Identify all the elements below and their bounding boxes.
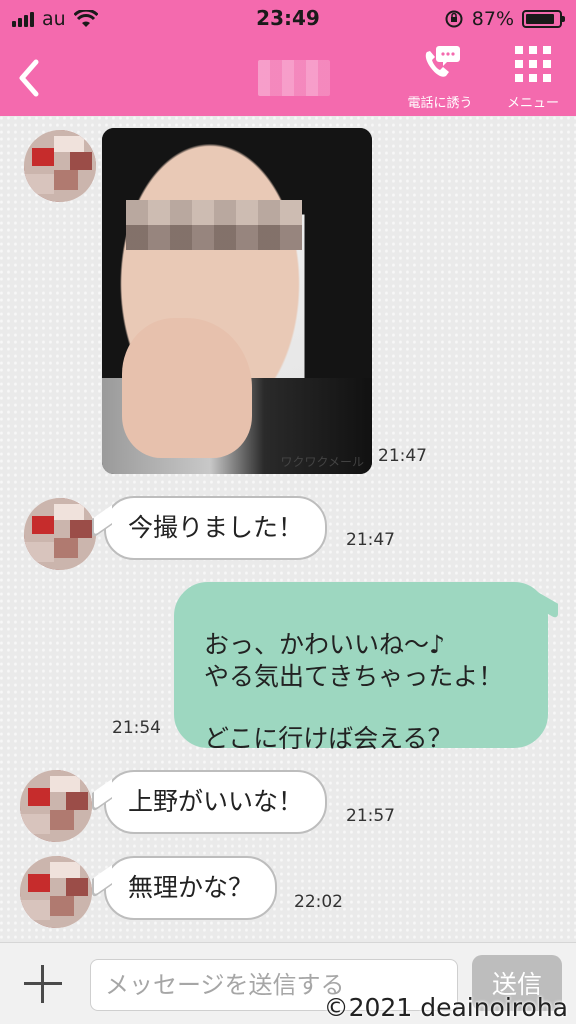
grid-menu-icon xyxy=(515,46,551,82)
message-time: 21:47 xyxy=(378,446,427,466)
contact-name-blurred xyxy=(258,60,330,96)
message-list[interactable]: ワクワクメール 21:47 今撮りました！ 21:47 おっ、かわいいね～♪ や… xyxy=(0,116,576,942)
message-bubble-incoming[interactable]: 今撮りました！ xyxy=(104,496,328,560)
photo-message[interactable]: ワクワクメール xyxy=(102,128,372,474)
status-bar: au 23:49 87% xyxy=(0,0,576,38)
composer-bar: 送信 ©2021 deainoiroha xyxy=(0,942,576,1024)
message-time: 21:47 xyxy=(346,530,395,550)
phone-chat-icon xyxy=(425,46,460,77)
avatar[interactable] xyxy=(20,770,92,842)
invite-call-button[interactable]: 電話に誘う xyxy=(400,44,480,111)
copyright-watermark: ©2021 deainoiroha xyxy=(323,993,568,1022)
message-text: おっ、かわいいね～♪ やる気出てきちゃったよ！ どこに行けば会える？ xyxy=(204,630,504,753)
message-text: 上野がいいな！ xyxy=(128,787,304,817)
message-text: 今撮りました！ xyxy=(128,513,304,543)
chat-header: 電話に誘う メニュー xyxy=(0,38,576,116)
menu-button[interactable]: メニュー xyxy=(498,44,568,111)
message-time: 21:54 xyxy=(112,718,161,738)
message-time: 21:57 xyxy=(346,806,395,826)
call-label: 電話に誘う xyxy=(407,96,473,111)
photo-watermark: ワクワクメール xyxy=(280,455,364,469)
message-bubble-outgoing[interactable]: おっ、かわいいね～♪ やる気出てきちゃったよ！ どこに行けば会える？ xyxy=(174,582,548,753)
menu-label: メニュー xyxy=(506,96,559,111)
message-bubble-incoming[interactable]: 上野がいいな！ xyxy=(104,770,328,834)
back-chevron-icon[interactable] xyxy=(14,58,44,98)
avatar[interactable] xyxy=(24,498,96,570)
plus-icon[interactable] xyxy=(24,965,62,1003)
battery-icon xyxy=(522,10,565,28)
message-time: 22:02 xyxy=(294,892,343,912)
battery-percent: 87% xyxy=(471,8,514,30)
message-bubble-incoming[interactable]: 無理かな？ xyxy=(104,856,278,920)
avatar[interactable] xyxy=(20,856,92,928)
face-mosaic xyxy=(126,200,302,250)
orientation-lock-icon xyxy=(445,10,463,28)
message-text: 無理かな？ xyxy=(128,873,254,903)
avatar[interactable] xyxy=(24,130,96,202)
